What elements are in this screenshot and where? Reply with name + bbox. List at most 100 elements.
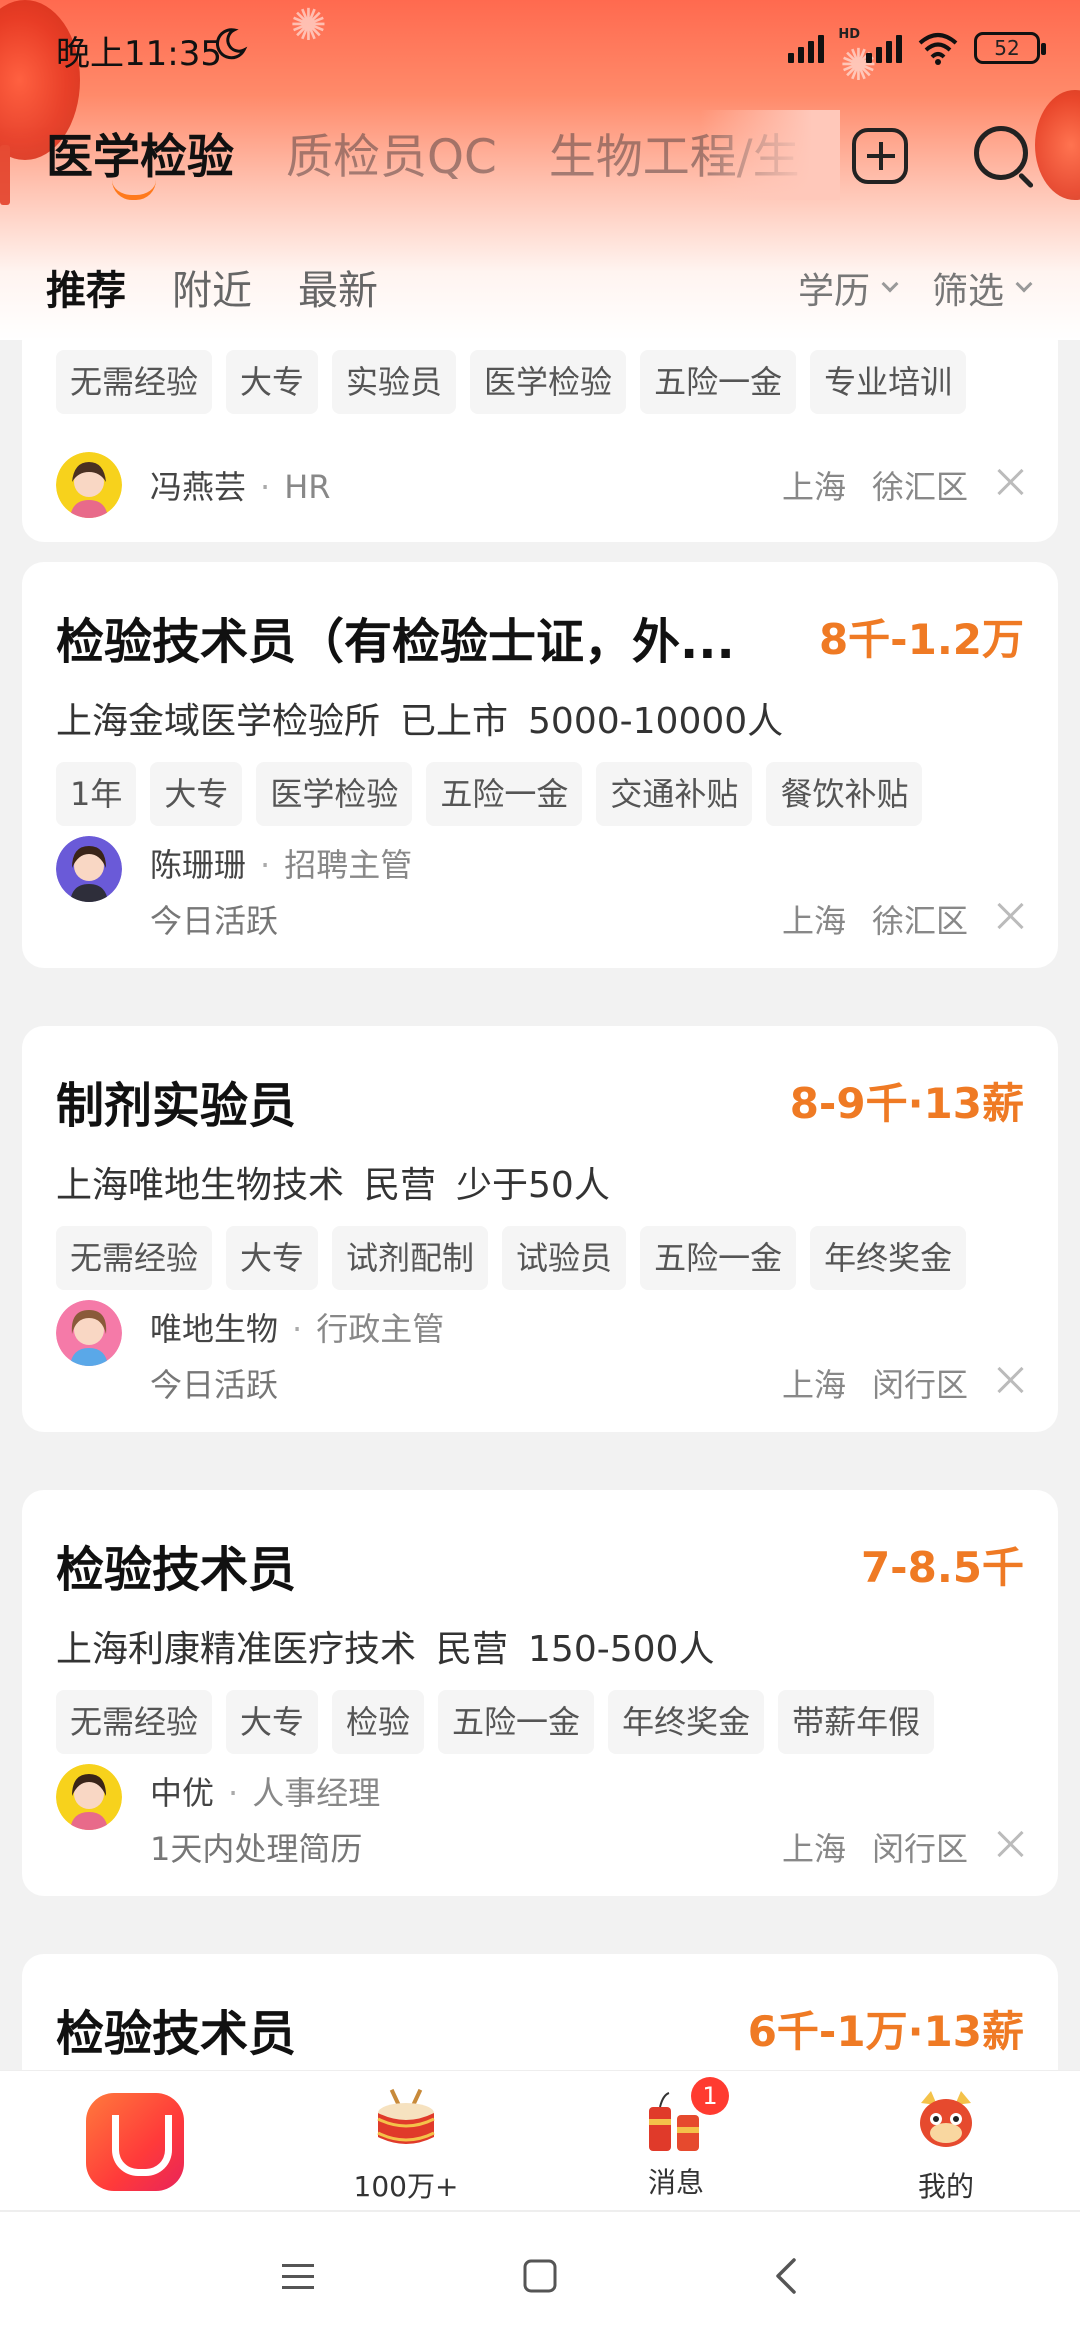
wifi-icon [918,33,958,65]
tab-latest[interactable]: 最新 [298,258,378,316]
job-tag: 实验员 [332,350,457,414]
recruiter-info: 冯燕芸 · HR [150,468,331,506]
nav-label: 我的 [917,2170,974,2203]
recruiter-activity: 今日活跃 [150,902,279,940]
job-tag: 带薪年假 [778,1690,935,1754]
active-tab-indicator [112,180,156,200]
company-name: 上海唯地生物技术 [56,1165,345,1206]
tab-label: 医学检验 [46,130,234,185]
education-filter[interactable]: 学历 [797,262,899,314]
job-district: 闵行区 [871,1366,968,1404]
job-tag: 五险一金 [640,350,797,414]
lantern-decoration-right [1035,90,1080,200]
recruiter-name: 中优 [150,1774,215,1812]
recruiter-info: 中优 · 人事经理 [150,1774,381,1812]
search-icon[interactable] [974,126,1028,180]
job-tag: 大专 [226,1226,319,1290]
company-type: 民营 [364,1165,437,1206]
job-tags: 无需经验 大专 实验员 医学检验 五险一金 专业培训 [56,350,967,414]
job-location: 上海 徐汇区 [756,896,968,942]
job-city: 上海 [781,1830,846,1868]
nav-item-messages[interactable]: 1 消息 [596,2077,756,2201]
job-city: 上海 [781,902,846,940]
job-tag: 大专 [150,762,243,826]
recruiter-info: 唯地生物 · 行政主管 [150,1310,445,1348]
nav-label: 消息 [647,2166,704,2199]
chevron-down-icon [881,275,899,293]
job-card[interactable]: 检验技术员 7-8.5千 上海利康精准医疗技术 民营 150-500人 无需经验 大… [22,1490,1058,1786]
tab-nearby[interactable]: 附近 [172,258,252,316]
close-icon[interactable] [996,1830,1024,1858]
company-info: 上海金域医学检验所 已上市 5000-10000人 [56,692,803,744]
tab-recommended[interactable]: 推荐 [46,258,126,316]
job-title: 检验技术员（有检验士证，外... [56,614,735,670]
status-bar: 晚上11:35 HD 52 [0,0,1080,100]
nav-item-discover[interactable]: 100万+ [326,2085,486,2205]
job-tag: 无需经验 [56,350,213,414]
job-card-footer[interactable]: 陈珊珊 · 招聘主管 今日活跃 上海 徐汇区 [22,836,1058,968]
job-card[interactable]: 检验技术员 6千-1万·13薪 [22,1954,1058,2070]
recruiter-role: 招聘主管 [284,846,413,884]
job-tag: 无需经验 [56,1226,213,1290]
job-district: 徐汇区 [871,902,968,940]
company-type: 民营 [436,1629,509,1670]
job-title: 检验技术员 [56,1542,297,1598]
category-tabs: 医学检验 质检员QC 生物工程/生 [46,118,800,200]
plus-square-icon[interactable] [852,128,908,184]
job-tag: 交通补贴 [596,762,753,826]
job-card-footer[interactable]: 中优 · 人事经理 1天内处理简历 上海 闵行区 [22,1764,1058,1896]
job-tag: 五险一金 [438,1690,595,1754]
status-time: 晚上11:35 [56,34,222,74]
menu-icon[interactable] [280,2262,316,2292]
tab-medical-testing[interactable]: 医学检验 [46,118,234,200]
job-tag: 试验员 [502,1226,627,1290]
company-size: 5000-10000人 [528,701,784,742]
job-tag: 五险一金 [640,1226,797,1290]
close-icon[interactable] [996,468,1024,496]
job-district: 闵行区 [871,1830,968,1868]
company-name: 上海金域医学检验所 [56,701,381,742]
job-tag: 无需经验 [56,1690,213,1754]
job-card-footer[interactable]: 唯地生物 · 行政主管 今日活跃 上海 闵行区 [22,1300,1058,1432]
signal-icon [788,33,825,63]
job-tag: 专业培训 [810,350,967,414]
filter-label: 筛选 [931,271,1004,312]
app-logo-icon[interactable] [86,2093,184,2191]
system-navigation-bar [0,2210,1080,2340]
job-card[interactable]: 制剂实验员 8-9千·13薪 上海唯地生物技术 民营 少于50人 无需经验 大专 试… [22,1026,1058,1322]
avatar [56,452,122,518]
company-name: 上海利康精准医疗技术 [56,1629,417,1670]
message-badge: 1 [691,2077,729,2115]
sort-tabs: 推荐 附近 最新 [46,258,378,316]
avatar [56,1764,122,1830]
back-icon[interactable] [772,2256,798,2296]
company-info: 上海唯地生物技术 民营 少于50人 [56,1156,630,1208]
job-title: 制剂实验员 [56,1078,297,1134]
job-city: 上海 [781,1366,846,1404]
job-salary: 8-9千·13薪 [789,1079,1024,1128]
screen-filter[interactable]: 筛选 [931,262,1033,314]
recruiter-activity: 今日活跃 [150,1366,279,1404]
home-icon[interactable] [522,2258,558,2294]
avatar [56,836,122,902]
recruiter-role: 行政主管 [316,1310,445,1348]
tabs-fade-overlay [700,110,840,200]
chevron-down-icon [1015,275,1033,293]
close-icon[interactable] [996,902,1024,930]
job-salary: 6千-1万·13薪 [747,2007,1024,2056]
company-size: 150-500人 [528,1629,715,1670]
job-tag: 大专 [226,1690,319,1754]
nav-item-profile[interactable]: 我的 [866,2085,1026,2205]
signal-icon-2 [866,33,902,63]
filters: 学历 筛选 [797,262,1033,314]
job-tag: 医学检验 [470,350,627,414]
filter-label: 学历 [797,271,870,312]
job-list[interactable]: 无需经验 大专 实验员 医学检验 五险一金 专业培训 冯燕芸 · HR 上海 徐汇区 … [0,340,1080,2070]
nav-label: 100万+ [353,2170,459,2203]
job-card[interactable]: 无需经验 大专 实验员 医学检验 五险一金 专业培训 冯燕芸 · HR 上海 徐汇区 [22,340,1058,542]
close-icon[interactable] [996,1366,1024,1394]
tab-qc-inspector[interactable]: 质检员QC [286,118,497,187]
recruiter-activity: 1天内处理简历 [150,1830,363,1868]
job-card[interactable]: 检验技术员（有检验士证，外... 8千-1.2万 上海金域医学检验所 已上市 500… [22,562,1058,858]
job-tag: 试剂配制 [332,1226,489,1290]
